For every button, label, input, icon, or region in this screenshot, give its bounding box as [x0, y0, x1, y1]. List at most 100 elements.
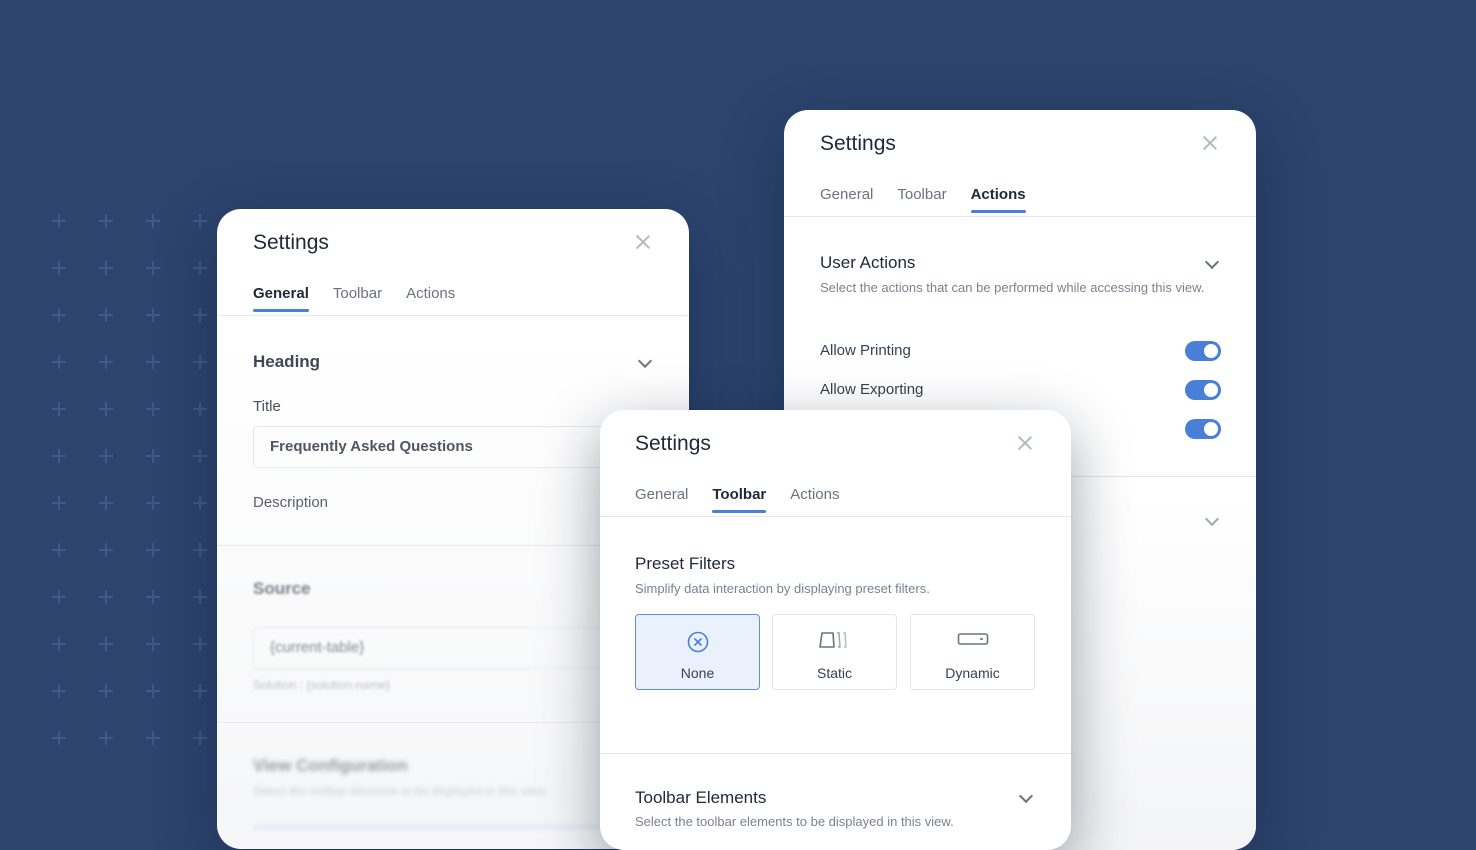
plus-mark	[193, 684, 207, 698]
plus-mark	[52, 731, 66, 745]
title-field-label: Title	[253, 398, 281, 415]
plus-mark	[52, 402, 66, 416]
plus-mark	[146, 731, 160, 745]
plus-mark	[52, 684, 66, 698]
section-title-user-actions: User Actions	[820, 253, 916, 272]
settings-panel-toolbar: Settings General Toolbar Actions Preset …	[600, 410, 1071, 850]
plus-mark	[52, 637, 66, 651]
title-input[interactable]: Frequently Asked Questions	[253, 426, 653, 468]
divider	[784, 216, 1256, 217]
plus-mark	[193, 261, 207, 275]
tab-bar: General Toolbar Actions	[820, 186, 1026, 213]
panel-title: Settings	[820, 132, 896, 155]
close-icon[interactable]	[635, 234, 651, 250]
close-icon[interactable]	[1017, 435, 1033, 451]
section-title-preset-filters: Preset Filters	[635, 554, 736, 573]
plus-mark	[146, 684, 160, 698]
plus-mark	[146, 214, 160, 228]
tab-general[interactable]: General	[253, 285, 309, 312]
close-icon[interactable]	[1202, 135, 1218, 151]
tab-toolbar[interactable]: Toolbar	[897, 186, 946, 211]
chevron-down-icon[interactable]	[1204, 511, 1220, 527]
plus-mark	[193, 355, 207, 369]
option-label: Static	[816, 665, 852, 681]
allow-exporting-toggle[interactable]	[1185, 380, 1221, 400]
plus-mark	[99, 543, 113, 557]
plus-mark	[52, 449, 66, 463]
divider	[217, 315, 689, 316]
plus-mark	[146, 355, 160, 369]
plus-mark	[193, 308, 207, 322]
section-description: Select the toolbar elements to be displa…	[635, 814, 954, 829]
plus-mark	[99, 590, 113, 604]
toggle-label-exporting: Allow Exporting	[820, 381, 924, 398]
chevron-down-icon[interactable]	[1204, 254, 1220, 270]
option-label: Dynamic	[945, 665, 1000, 681]
plus-mark	[193, 590, 207, 604]
preset-option-dynamic[interactable]: Dynamic	[910, 614, 1035, 690]
plus-mark	[52, 308, 66, 322]
plus-mark	[99, 261, 113, 275]
section-description: Select the actions that can be performed…	[820, 280, 1205, 295]
preset-option-none[interactable]: None	[635, 614, 760, 690]
plus-mark	[52, 496, 66, 510]
section-title-toolbar-elements: Toolbar Elements	[635, 788, 767, 807]
allow-printing-toggle[interactable]	[1185, 341, 1221, 361]
plus-mark	[146, 261, 160, 275]
tab-toolbar[interactable]: Toolbar	[333, 285, 382, 310]
plus-mark	[193, 402, 207, 416]
toggle-label-printing: Allow Printing	[820, 342, 911, 359]
dynamic-bar-icon	[957, 633, 988, 645]
plus-mark	[52, 543, 66, 557]
plus-mark	[193, 449, 207, 463]
selection-strip	[253, 825, 653, 829]
plus-mark	[99, 637, 113, 651]
source-input[interactable]: {current-table}	[253, 627, 653, 669]
section-description: Select the toolbar elements to be displa…	[253, 784, 548, 798]
plus-mark	[52, 214, 66, 228]
plus-mark	[99, 308, 113, 322]
panel-title: Settings	[635, 432, 711, 455]
plus-mark	[193, 543, 207, 557]
description-field-label: Description	[253, 494, 329, 511]
plus-mark	[193, 496, 207, 510]
plus-mark	[193, 637, 207, 651]
tab-general[interactable]: General	[635, 486, 688, 511]
section-title-heading: Heading	[253, 352, 321, 371]
tab-bar: General Toolbar Actions	[253, 285, 455, 312]
tab-actions[interactable]: Actions	[790, 486, 839, 511]
plus-mark	[99, 496, 113, 510]
tab-general[interactable]: General	[820, 186, 873, 211]
tab-actions[interactable]: Actions	[970, 186, 1026, 213]
circle-x-icon	[687, 631, 708, 653]
plus-mark	[99, 355, 113, 369]
plus-mark	[99, 449, 113, 463]
plus-mark	[146, 308, 160, 322]
plus-mark	[52, 590, 66, 604]
chevron-down-icon[interactable]	[637, 353, 653, 369]
chevron-down-icon[interactable]	[1018, 788, 1034, 804]
section-title-source: Source	[253, 579, 311, 598]
plus-mark	[146, 590, 160, 604]
section-description: Simplify data interaction by displaying …	[635, 581, 930, 596]
third-action-toggle[interactable]	[1185, 419, 1221, 439]
tab-actions[interactable]: Actions	[406, 285, 455, 310]
plus-mark	[99, 214, 113, 228]
decorative-plus-grid	[52, 214, 222, 774]
plus-mark	[193, 731, 207, 745]
plus-mark	[146, 543, 160, 557]
plus-mark	[99, 731, 113, 745]
divider	[600, 516, 1071, 517]
tab-toolbar[interactable]: Toolbar	[712, 486, 766, 513]
plus-mark	[99, 402, 113, 416]
divider	[600, 753, 1071, 754]
plus-mark	[146, 449, 160, 463]
plus-mark	[146, 402, 160, 416]
plus-mark	[52, 355, 66, 369]
plus-mark	[146, 496, 160, 510]
preset-option-static[interactable]: Static	[772, 614, 897, 690]
source-hint: Solution : {solution-name}	[253, 678, 390, 692]
tab-bar: General Toolbar Actions	[635, 486, 839, 513]
panel-title: Settings	[253, 231, 329, 254]
plus-mark	[52, 261, 66, 275]
